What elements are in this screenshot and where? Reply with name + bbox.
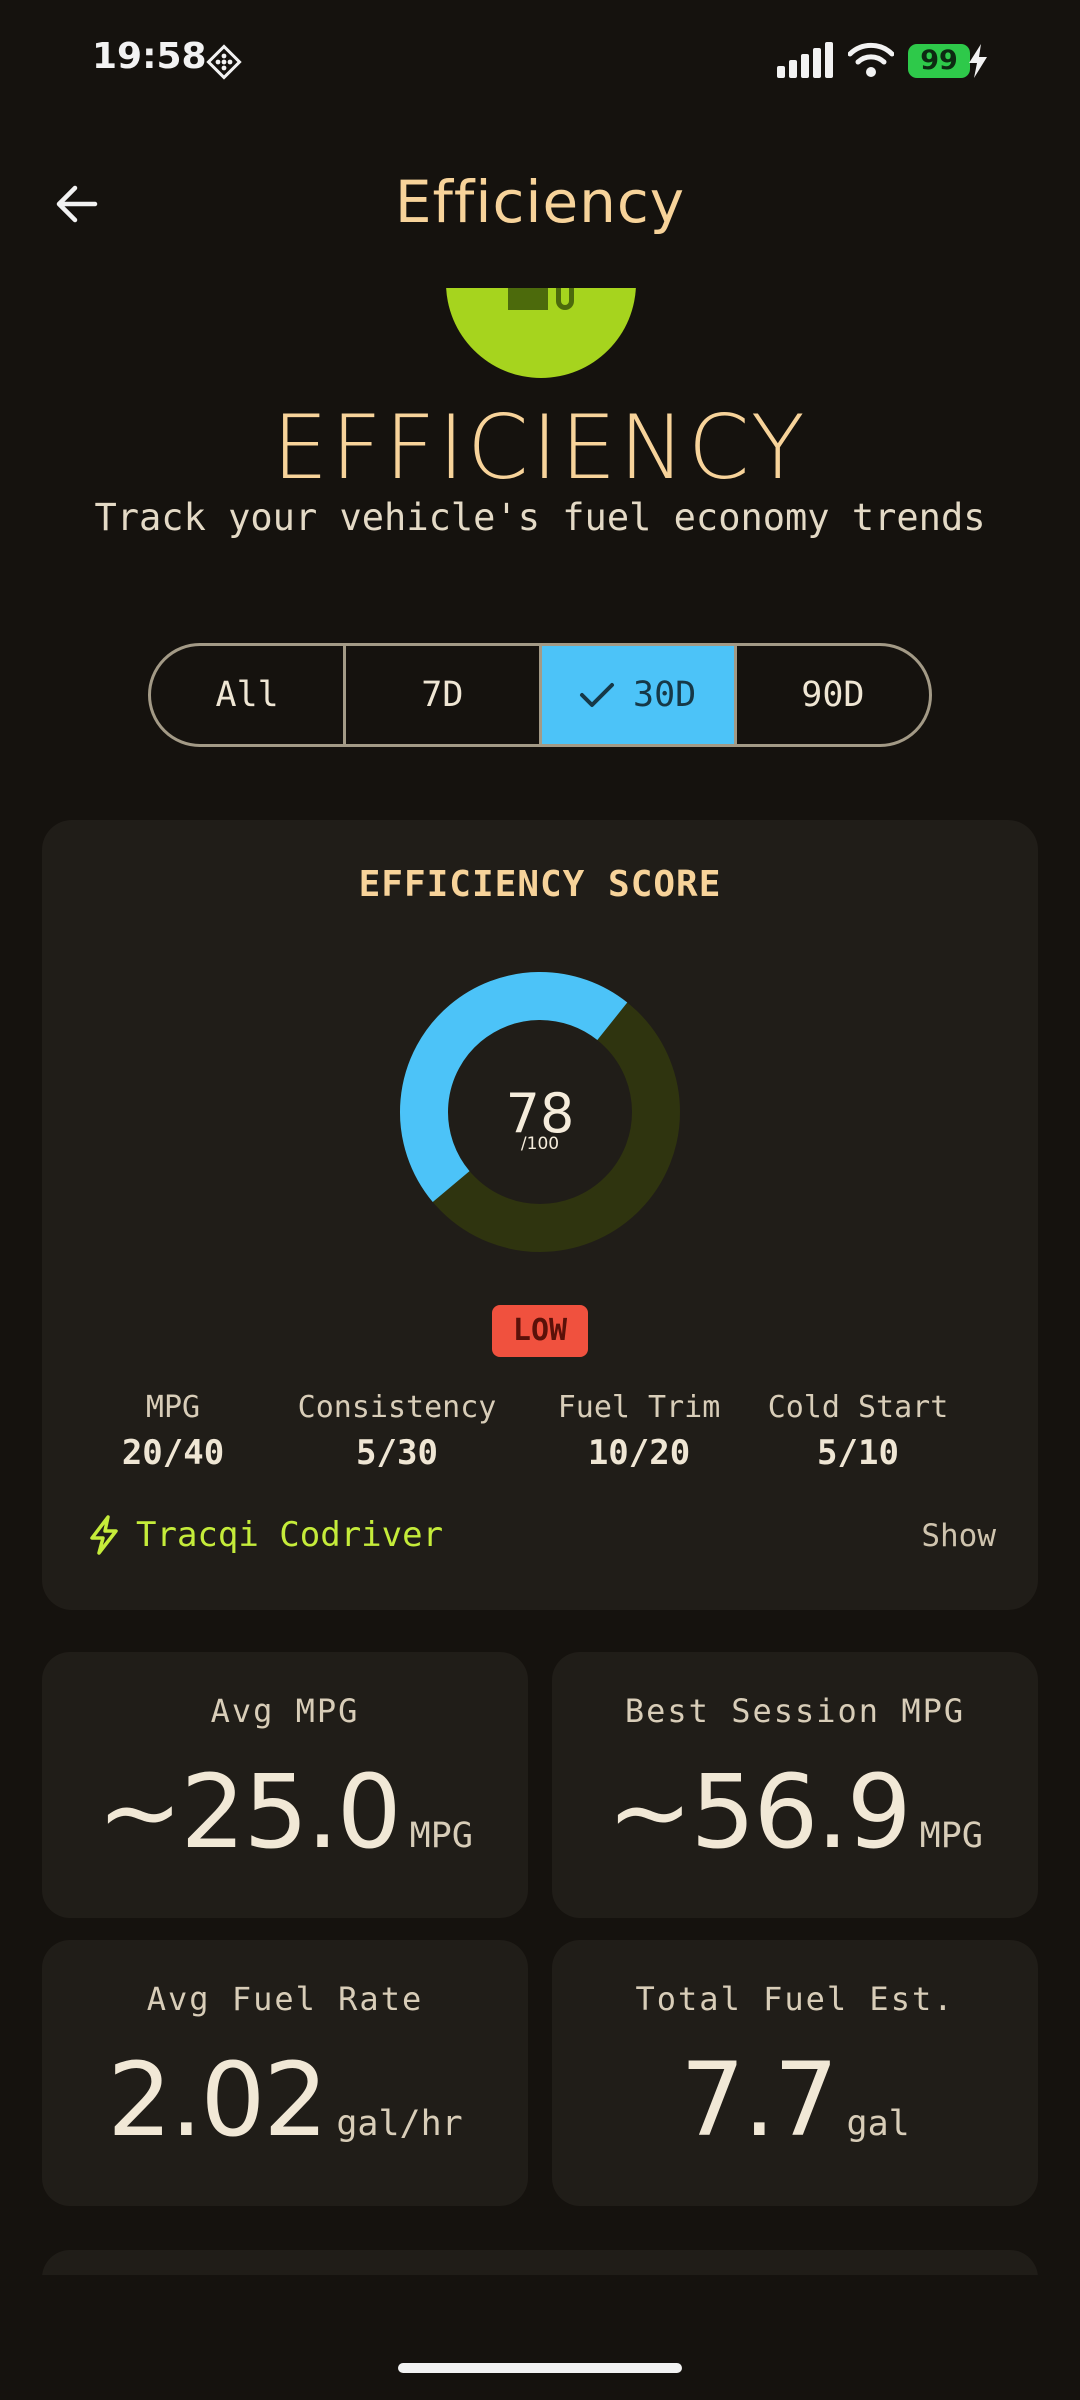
codriver-show-button[interactable]: Show: [921, 1518, 996, 1554]
metric-label: Fuel Trim: [557, 1390, 721, 1425]
score-level-badge: LOW: [492, 1305, 588, 1357]
hero-subtitle: Track your vehicle's fuel economy trends: [94, 496, 986, 539]
status-bar: 19:58 99: [0, 0, 1080, 125]
stat-value: 2.02: [107, 2041, 328, 2160]
stat-value: 7.7: [680, 2041, 838, 2160]
metric-fuel-trim: Fuel Trim 10/20: [534, 1390, 744, 1473]
stat-unit: MPG: [919, 1816, 983, 1856]
stat-label: Avg Fuel Rate: [146, 1980, 424, 2018]
stat-value-row: ~56.9 MPG: [552, 1762, 1038, 1864]
fuel-pump-icon: [508, 288, 548, 310]
metric-value: 10/20: [587, 1433, 691, 1473]
stat-label: Avg MPG: [210, 1692, 360, 1730]
range-option-label: All: [215, 675, 279, 715]
stat-card-best-session-mpg: Best Session MPG ~56.9 MPG: [552, 1652, 1038, 1918]
efficiency-score-card: EFFICIENCY SCORE 78 /100 LOW MPG 20/40 C…: [42, 820, 1038, 1610]
lightning-bolt-icon: [90, 1515, 118, 1555]
wifi-icon: [848, 42, 894, 77]
efficiency-screen: 19:58 99 Efficiency EFFICIENCY Track you…: [0, 0, 1080, 2400]
time-range-selector: All 7D 30D 90D: [148, 643, 932, 747]
range-option-30d[interactable]: 30D: [541, 646, 737, 744]
score-card-title: EFFICIENCY SCORE: [358, 864, 722, 905]
battery-indicator: 99: [908, 44, 970, 78]
bottom-safe-area: [0, 2275, 1080, 2400]
metric-label: Cold Start: [767, 1390, 949, 1425]
stat-value: ~25.0: [97, 1753, 402, 1872]
range-option-90d[interactable]: 90D: [737, 646, 929, 744]
stat-value-row: 2.02 gal/hr: [42, 2050, 528, 2152]
metric-label: MPG: [145, 1390, 201, 1425]
stat-label: Total Fuel Est.: [635, 1980, 955, 2018]
codriver-row[interactable]: Tracqi Codriver: [86, 1514, 443, 1556]
stat-value-row: ~25.0 MPG: [42, 1762, 528, 1864]
range-option-all[interactable]: All: [151, 646, 347, 744]
stat-card-avg-fuel-rate: Avg Fuel Rate 2.02 gal/hr: [42, 1940, 528, 2206]
range-option-7d[interactable]: 7D: [346, 646, 542, 744]
stat-card-avg-mpg: Avg MPG ~25.0 MPG: [42, 1652, 528, 1918]
cellular-signal-icon: [777, 42, 833, 78]
metric-consistency: Consistency 5/30: [278, 1390, 516, 1473]
metric-value: 5/30: [356, 1433, 438, 1473]
stat-label: Best Session MPG: [624, 1692, 966, 1730]
range-option-label: 90D: [801, 675, 865, 715]
fuel-hose-icon: [556, 288, 574, 310]
hero-title: EFFICIENCY: [272, 396, 808, 499]
charging-bolt-icon: [969, 44, 987, 78]
metric-cold-start: Cold Start 5/10: [748, 1390, 968, 1473]
checkmark-icon: [580, 683, 615, 707]
metric-label: Consistency: [297, 1390, 497, 1425]
stat-value: ~56.9: [607, 1753, 912, 1872]
diamond-grid-icon: [206, 44, 242, 80]
codriver-label: Tracqi Codriver: [136, 1515, 444, 1555]
stat-unit: gal: [846, 2104, 910, 2144]
stat-card-total-fuel: Total Fuel Est. 7.7 gal: [552, 1940, 1038, 2206]
stat-unit: MPG: [409, 1816, 473, 1856]
metric-value: 20/40: [121, 1433, 225, 1473]
metric-value: 5/10: [817, 1433, 899, 1473]
range-option-label: 30D: [633, 675, 697, 715]
hero-illustration: [0, 288, 1080, 378]
metric-mpg: MPG 20/40: [98, 1390, 248, 1473]
page-title: Efficiency: [394, 168, 686, 236]
status-time: 19:58: [92, 36, 207, 77]
range-option-label: 7D: [421, 675, 464, 715]
stat-value-row: 7.7 gal: [552, 2050, 1038, 2152]
score-max: /100: [520, 1134, 560, 1154]
stat-unit: gal/hr: [336, 2104, 463, 2144]
home-indicator[interactable]: [398, 2363, 682, 2373]
